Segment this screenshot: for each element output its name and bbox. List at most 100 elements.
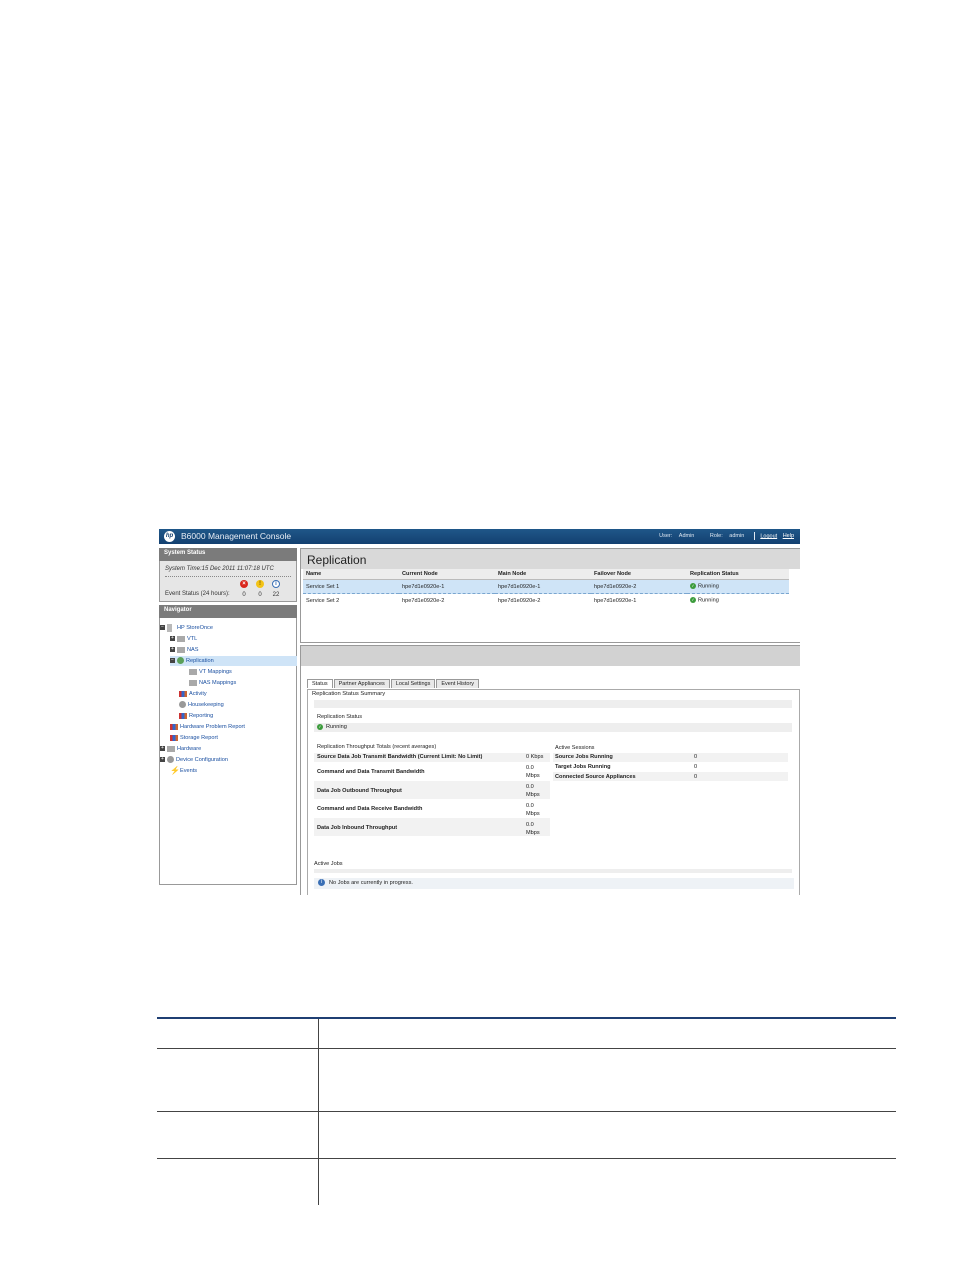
info-icon[interactable]: i <box>272 580 280 588</box>
nav-hardware[interactable]: + Hardware <box>160 744 201 754</box>
nav-hp-storeonce[interactable]: − HP StoreOnce <box>160 623 213 633</box>
table-row[interactable]: Service Set 2 hpe7d1e0920e-2 hpe7d1e0920… <box>303 594 789 608</box>
cell-main-node: hpe7d1e0920e-1 <box>495 579 591 594</box>
chart-icon <box>170 734 178 741</box>
tab-event-history[interactable]: Event History <box>436 679 480 688</box>
gear-icon <box>167 756 174 764</box>
nav-housekeeping[interactable]: Housekeeping <box>179 700 224 710</box>
replication-icon <box>177 657 184 665</box>
navigator-tree: − HP StoreOnce + VTL + NAS − Replication VT … <box>159 618 297 885</box>
column-header[interactable]: Main Node <box>495 569 591 580</box>
nav-vtl[interactable]: + VTL <box>170 634 197 644</box>
active-jobs-label: Active Jobs <box>314 861 343 867</box>
cell-failover-node: hpe7d1e0920e-1 <box>594 597 637 604</box>
tab-status[interactable]: Status <box>307 679 333 688</box>
nav-label: Storage Report <box>180 735 218 741</box>
detail-header-bar <box>301 646 800 666</box>
section-band <box>314 700 792 708</box>
detail-panel: Status Partner Appliances Local Settings Ev… <box>300 645 800 895</box>
tab-local-settings[interactable]: Local Settings <box>390 679 436 688</box>
left-panel: System Status System Time:15 Dec 2011 11… <box>159 548 297 885</box>
nav-label: Hardware <box>177 746 202 752</box>
summary-heading: Replication Status Summary <box>312 691 386 697</box>
service-set-table: Name Current Node Main Node Failover Nod… <box>303 569 789 607</box>
help-link[interactable]: Help <box>783 533 794 539</box>
status-tab-body: Replication Status Summary Replication S… <box>307 689 800 895</box>
nav-storage-report[interactable]: Storage Report <box>170 733 218 743</box>
screenshot-management-console: hp B6000 Management Console User: Admin … <box>159 529 800 895</box>
table-cell <box>157 1158 319 1205</box>
throughput-label-3: Command and Data Receive Bandwidth <box>317 806 423 812</box>
cell-status: ✓ Running <box>687 579 789 594</box>
table-row <box>157 1048 896 1112</box>
role-name: admin <box>729 533 745 540</box>
table-row <box>157 1111 896 1159</box>
top-bar: hp B6000 Management Console User: Admin … <box>159 529 800 544</box>
nav-label: Reporting <box>189 713 214 719</box>
tab-strip: Status Partner Appliances Local Settings Ev… <box>307 679 480 688</box>
expand-icon[interactable]: + <box>170 647 175 653</box>
status-text: Running <box>698 583 719 590</box>
warning-count: 0 <box>258 592 262 598</box>
system-status-header: System Status <box>159 548 297 561</box>
nav-events[interactable]: ⚡Events <box>170 766 197 776</box>
user-label: User: <box>659 533 673 540</box>
expand-icon[interactable]: + <box>160 757 165 763</box>
nav-label: Replication <box>186 658 214 664</box>
cell-name: Service Set 2 <box>306 597 340 604</box>
info-icon: i <box>318 879 325 887</box>
nav-label: NAS <box>187 647 199 653</box>
no-jobs-text: No Jobs are currently in progress. <box>329 880 413 886</box>
expand-icon[interactable]: + <box>160 746 165 752</box>
session-value-2: 0 <box>694 774 698 780</box>
expand-icon[interactable]: + <box>170 636 175 642</box>
nav-device-configuration[interactable]: + Device Configuration <box>160 755 228 765</box>
collapse-icon[interactable]: − <box>170 658 175 664</box>
nav-nas-mappings[interactable]: NAS Mappings <box>189 678 236 688</box>
navigator-header: Navigator <box>159 605 297 618</box>
throughput-label: Replication Throughput Totals (recent av… <box>317 744 437 750</box>
column-header[interactable]: Current Node <box>399 569 495 580</box>
logout-link[interactable]: Logout <box>760 533 777 539</box>
running-icon: ✓ <box>317 724 323 730</box>
table-cell <box>318 1111 896 1159</box>
nav-label: VTL <box>187 636 198 642</box>
cell-main-node: hpe7d1e0920e-2 <box>498 597 541 604</box>
column-header[interactable]: Name <box>303 569 399 580</box>
running-icon: ✓ <box>690 597 696 604</box>
warning-icon[interactable]: ! <box>256 580 264 588</box>
nav-hardware-problem-report[interactable]: Hardware Problem Report <box>170 722 245 732</box>
column-header[interactable]: Failover Node <box>591 569 687 580</box>
throughput-label-2: Data Job Outbound Throughput <box>317 788 402 794</box>
cell-current-node: hpe7d1e0920e-2 <box>402 597 445 604</box>
separator <box>753 532 755 540</box>
replication-status-row <box>314 723 792 732</box>
table-cell <box>157 1017 319 1049</box>
nav-vt-mappings[interactable]: VT Mappings <box>189 667 232 677</box>
nav-activity[interactable]: Activity <box>179 689 207 699</box>
column-header[interactable]: Replication Status <box>687 569 789 580</box>
throughput-value-4: 0.0 Mbps <box>526 822 540 836</box>
table-row <box>157 1017 896 1049</box>
tab-partner-appliances[interactable]: Partner Appliances <box>333 679 390 688</box>
replication-status-text: Running <box>326 724 347 731</box>
nav-replication[interactable]: − Replication <box>170 656 297 666</box>
nav-reporting[interactable]: Reporting <box>179 711 213 721</box>
nav-label: Housekeeping <box>188 702 224 708</box>
document-table <box>157 1017 896 1205</box>
replication-status-value: ✓ Running <box>317 724 347 730</box>
throughput-label-0: Source Data Job Transmit Bandwidth (Curr… <box>317 754 483 760</box>
cell-failover-node: hpe7d1e0920e-2 <box>591 579 687 594</box>
table-row[interactable]: Service Set 1 hpe7d1e0920e-1 hpe7d1e0920… <box>303 579 789 594</box>
error-icon[interactable]: × <box>240 580 248 588</box>
cell-name: Service Set 1 <box>303 579 399 594</box>
chart-icon <box>170 723 178 730</box>
nav-label: HP StoreOnce <box>177 625 213 631</box>
hp-logo-icon: hp <box>164 531 175 542</box>
nav-nas[interactable]: + NAS <box>170 645 199 655</box>
no-jobs-notice: i No Jobs are currently in progress. <box>314 878 794 889</box>
table-cell <box>319 1159 897 1206</box>
throughput-value-3: 0.0 Mbps <box>526 803 540 817</box>
collapse-icon[interactable]: − <box>160 625 165 631</box>
drive-icon <box>177 635 185 642</box>
